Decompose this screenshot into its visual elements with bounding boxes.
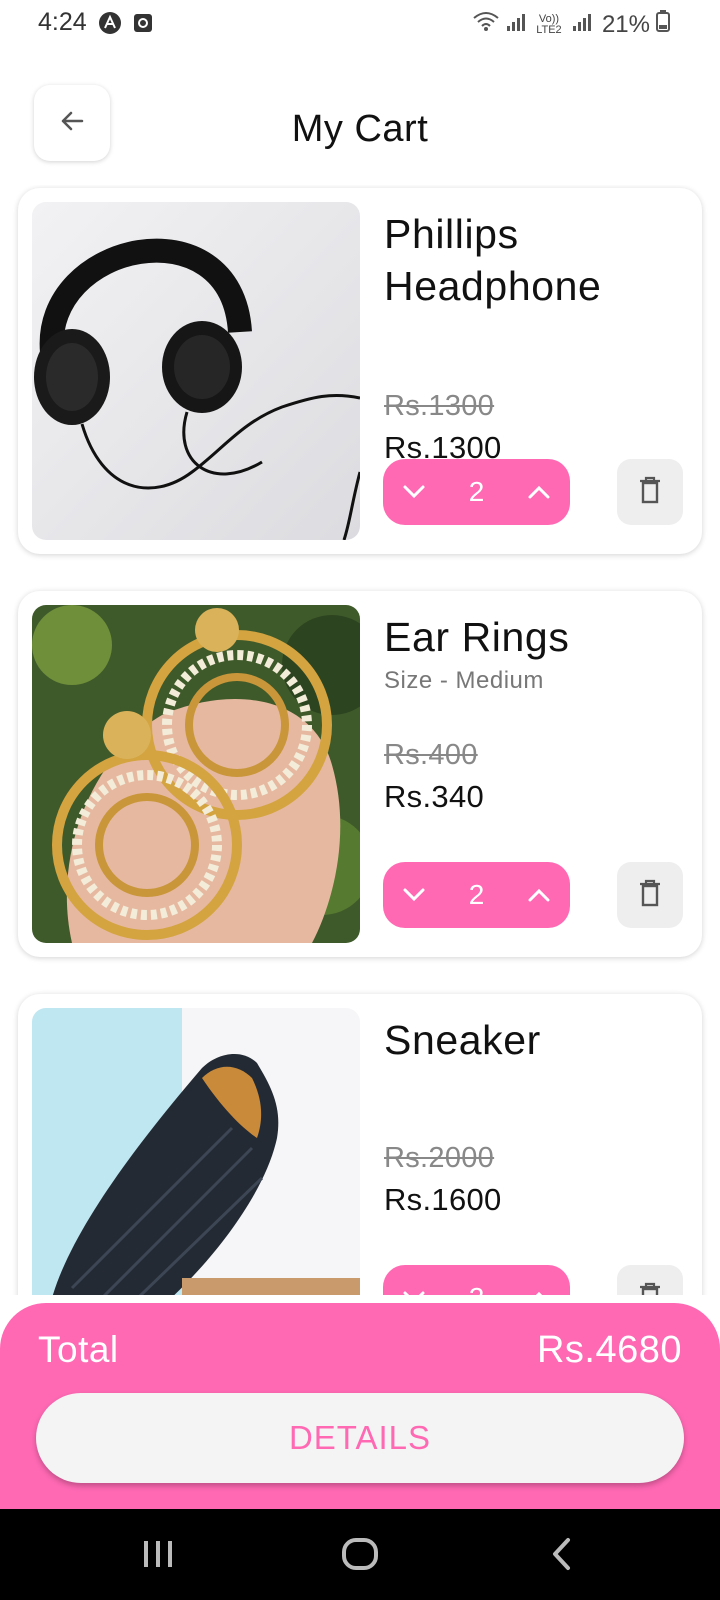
system-nav-bar xyxy=(0,1509,720,1600)
details-button[interactable]: DETAILS xyxy=(36,1393,684,1483)
delete-button[interactable] xyxy=(617,862,683,928)
cart-list[interactable]: Phillips Headphone Rs.1300 Rs.1300 2 Ear… xyxy=(0,185,720,1295)
battery-icon xyxy=(656,10,670,39)
quantity-stepper: 2 xyxy=(383,1265,570,1295)
product-size: Size - Medium xyxy=(384,667,544,694)
trash-icon xyxy=(638,879,662,912)
original-price: Rs.2000 xyxy=(384,1142,495,1174)
original-price: Rs.1300 xyxy=(384,390,495,422)
recent-apps-icon[interactable] xyxy=(128,1529,188,1579)
wifi-icon xyxy=(472,10,500,39)
total-label: Total xyxy=(38,1329,119,1370)
product-image-headphone xyxy=(32,202,360,540)
delete-button[interactable] xyxy=(617,1265,683,1295)
quantity-stepper: 2 xyxy=(383,459,570,525)
status-icons: Vo)) LTE2 21% xyxy=(472,10,670,39)
chevron-down-icon[interactable] xyxy=(401,1285,427,1295)
delete-button[interactable] xyxy=(617,459,683,525)
product-image-earrings xyxy=(32,605,360,943)
quantity-value: 2 xyxy=(468,476,485,507)
signal-icon xyxy=(506,11,526,39)
quantity-value: 2 xyxy=(468,879,485,910)
trash-icon xyxy=(638,476,662,509)
notification-app-icon xyxy=(131,11,155,35)
product-name: Phillips Headphone xyxy=(384,211,602,309)
home-icon[interactable] xyxy=(330,1529,390,1579)
signal-icon-2 xyxy=(572,11,592,39)
chevron-up-icon[interactable] xyxy=(526,882,552,908)
network-label: Vo)) LTE2 xyxy=(536,12,562,36)
back-chevron-icon[interactable] xyxy=(532,1529,592,1579)
original-price: Rs.400 xyxy=(384,739,478,771)
chevron-down-icon[interactable] xyxy=(401,882,427,908)
total-panel: Total Rs.4680 DETAILS xyxy=(0,1303,720,1509)
cart-item-card: Sneaker Rs.2000 Rs.1600 2 xyxy=(18,994,702,1295)
product-name: Ear Rings xyxy=(384,614,570,660)
chevron-up-icon[interactable] xyxy=(526,1285,552,1295)
cart-item-card: Ear Rings Size - Medium Rs.400 Rs.340 2 xyxy=(18,591,702,957)
product-name: Sneaker xyxy=(384,1017,541,1063)
notification-a-icon xyxy=(98,11,122,35)
trash-icon xyxy=(638,1282,662,1295)
chevron-down-icon[interactable] xyxy=(401,479,427,505)
status-time: 4:24 xyxy=(38,8,87,36)
product-image-sneaker xyxy=(32,1008,360,1295)
discounted-price: Rs.340 xyxy=(384,779,485,814)
battery-percentage: 21% xyxy=(601,10,650,38)
page-title: My Cart xyxy=(291,108,429,150)
quantity-stepper: 2 xyxy=(383,862,570,928)
chevron-up-icon[interactable] xyxy=(526,479,552,505)
discounted-price: Rs.1600 xyxy=(384,1182,502,1217)
cart-item-card: Phillips Headphone Rs.1300 Rs.1300 2 xyxy=(18,188,702,554)
total-value: Rs.4680 xyxy=(536,1329,682,1371)
status-bar: 4:24 Vo)) LTE2 21% xyxy=(0,0,720,48)
quantity-value: 2 xyxy=(469,1282,485,1295)
